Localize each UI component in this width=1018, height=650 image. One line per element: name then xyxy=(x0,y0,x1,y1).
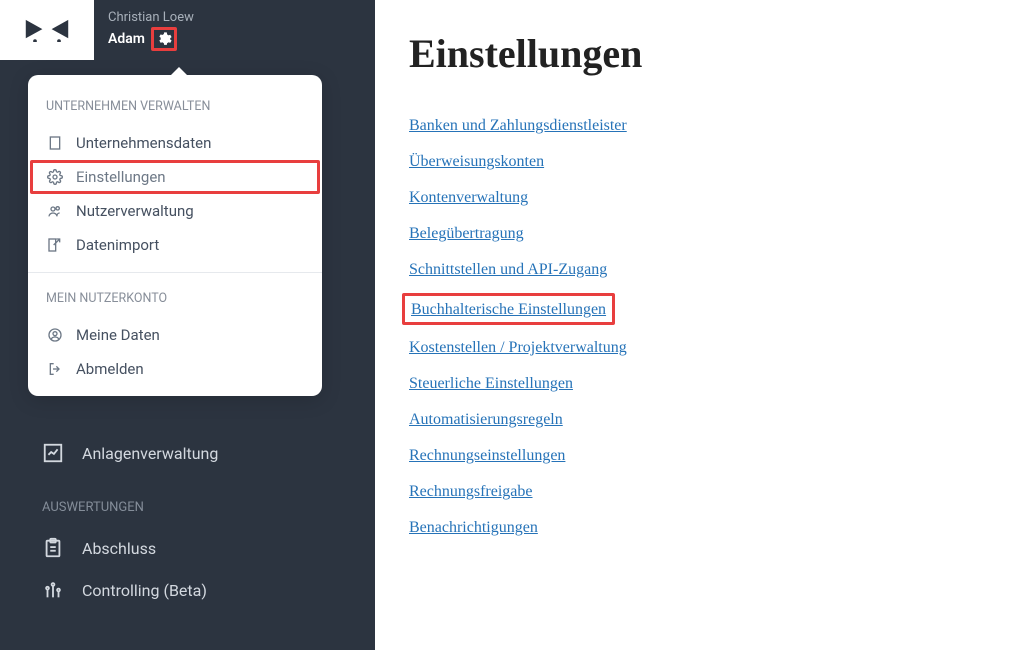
dropdown-section-company: UNTERNEHMEN VERWALTEN xyxy=(28,91,322,126)
dropdown-item-user-management[interactable]: Nutzerverwaltung xyxy=(28,194,322,228)
link-accounting-settings[interactable]: Buchhalterische Einstellungen xyxy=(411,301,606,318)
link-invoice-approval[interactable]: Rechnungsfreigabe xyxy=(409,483,533,501)
gear-icon xyxy=(46,168,64,186)
logout-icon xyxy=(46,360,64,378)
sliders-chart-icon xyxy=(42,579,64,601)
chart-box-icon xyxy=(42,442,64,464)
settings-links-list: Banken und Zahlungsdienstleister Überwei… xyxy=(409,117,984,537)
dropdown-item-data-import[interactable]: Datenimport xyxy=(28,228,322,262)
dropdown-item-logout[interactable]: Abmelden xyxy=(28,352,322,386)
link-notifications[interactable]: Benachrichtigungen xyxy=(409,519,538,537)
sidebar-nav: Anlagenverwaltung AUSWERTUNGEN Abschluss… xyxy=(0,432,375,611)
building-icon xyxy=(46,134,64,152)
users-icon xyxy=(46,202,64,220)
sidebar-item-label: Anlagenverwaltung xyxy=(82,444,218,463)
link-accounting-settings-highlight: Buchhalterische Einstellungen xyxy=(402,293,615,325)
link-tax-settings[interactable]: Steuerliche Einstellungen xyxy=(409,375,573,393)
link-document-transfer[interactable]: Belegübertragung xyxy=(409,225,524,243)
sidebar-item-label: Controlling (Beta) xyxy=(82,581,207,600)
user-info[interactable]: Christian Loew Adam xyxy=(94,10,194,51)
link-account-management[interactable]: Kontenverwaltung xyxy=(409,189,528,207)
dropdown-section-account: MEIN NUTZERKONTO xyxy=(28,283,322,318)
sidebar-item-label: Abschluss xyxy=(82,539,156,558)
user-circle-icon xyxy=(46,326,64,344)
bowtie-icon xyxy=(22,18,72,42)
logo[interactable] xyxy=(0,0,94,60)
dropdown-divider xyxy=(28,272,322,273)
import-icon xyxy=(46,236,64,254)
page-title: Einstellungen xyxy=(409,30,984,77)
dropdown-item-label: Meine Daten xyxy=(76,326,160,344)
sidebar-item-assets[interactable]: Anlagenverwaltung xyxy=(0,432,375,474)
dropdown-item-label: Unternehmensdaten xyxy=(76,134,211,152)
sidebar: Christian Loew Adam UNTERNEHMEN VERWALTE… xyxy=(0,0,375,650)
header-bar: Christian Loew Adam xyxy=(0,0,375,60)
dropdown-item-label: Nutzerverwaltung xyxy=(76,202,194,220)
dropdown-item-label: Einstellungen xyxy=(76,168,166,186)
clipboard-icon xyxy=(42,537,64,559)
link-cost-centers[interactable]: Kostenstellen / Projektverwaltung xyxy=(409,339,627,357)
gear-icon xyxy=(156,31,172,47)
main-content: Einstellungen Banken und Zahlungsdienstl… xyxy=(375,0,1018,650)
link-invoice-settings[interactable]: Rechnungseinstellungen xyxy=(409,447,565,465)
settings-dropdown: UNTERNEHMEN VERWALTEN Unternehmensdaten … xyxy=(28,75,322,396)
sidebar-item-controlling[interactable]: Controlling (Beta) xyxy=(0,569,375,611)
dropdown-item-settings[interactable]: Einstellungen xyxy=(30,160,320,194)
link-banks[interactable]: Banken und Zahlungsdienstleister xyxy=(409,117,627,135)
dropdown-item-company-data[interactable]: Unternehmensdaten xyxy=(28,126,322,160)
dropdown-item-label: Abmelden xyxy=(76,360,144,378)
user-name: Christian Loew xyxy=(108,10,194,25)
company-name: Adam xyxy=(108,31,145,47)
link-api-access[interactable]: Schnittstellen und API-Zugang xyxy=(409,261,607,279)
link-transfer-accounts[interactable]: Überweisungskonten xyxy=(409,153,544,171)
settings-gear-highlighted[interactable] xyxy=(151,27,177,51)
sidebar-item-closing[interactable]: Abschluss xyxy=(0,527,375,569)
link-automation-rules[interactable]: Automatisierungsregeln xyxy=(409,411,563,429)
sidebar-section-reports: AUSWERTUNGEN xyxy=(0,474,375,527)
dropdown-item-my-data[interactable]: Meine Daten xyxy=(28,318,322,352)
dropdown-item-label: Datenimport xyxy=(76,236,159,254)
